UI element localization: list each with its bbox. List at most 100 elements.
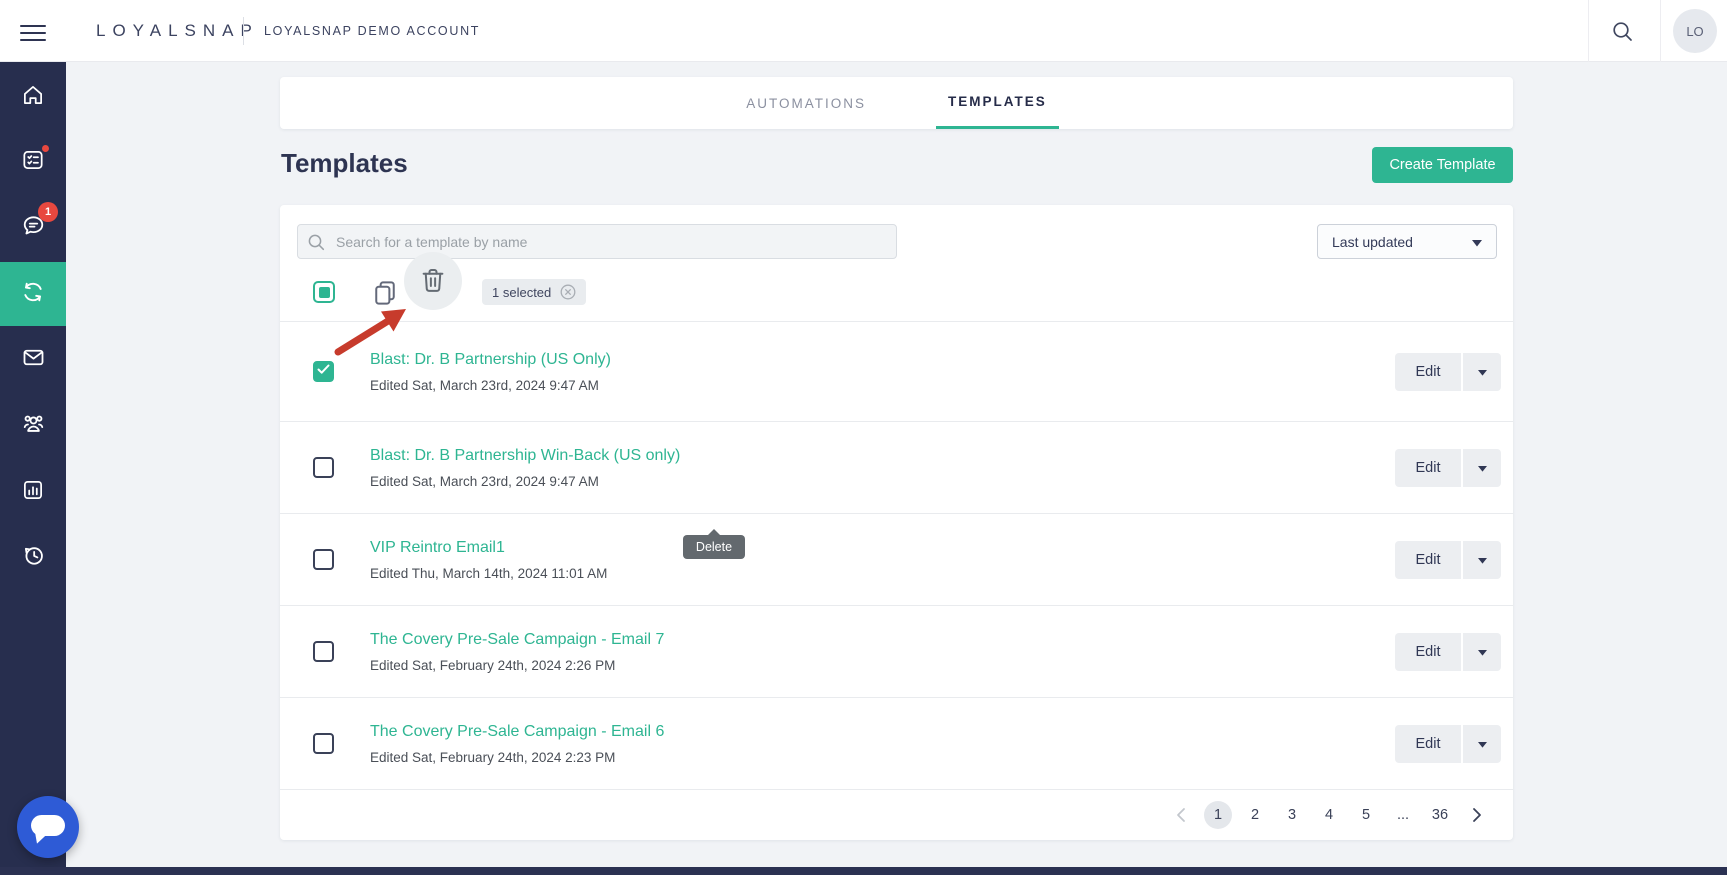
- sidebar-nav: 1: [0, 62, 66, 875]
- template-edited-date: Edited Sat, February 24th, 2024 2:26 PM: [370, 657, 616, 673]
- edit-button[interactable]: Edit: [1395, 540, 1461, 579]
- sidebar-item-contacts[interactable]: [0, 394, 66, 458]
- chat-launcher-button[interactable]: [17, 796, 79, 858]
- topbar-divider: [1660, 0, 1661, 62]
- history-icon: [20, 542, 47, 574]
- selection-chip-label: 1 selected: [492, 284, 552, 300]
- delete-button[interactable]: [404, 252, 462, 310]
- bulk-actions-toolbar: 1 selected: [280, 252, 1513, 322]
- page-number[interactable]: 36: [1426, 801, 1454, 829]
- sidebar-item-home[interactable]: [0, 65, 66, 129]
- row-checkbox[interactable]: [313, 548, 334, 570]
- delete-tooltip: Delete: [683, 529, 745, 559]
- row-text: The Covery Pre-Sale Campaign - Email 7 E…: [370, 631, 664, 673]
- edit-button[interactable]: Edit: [1395, 448, 1461, 487]
- notification-dot-badge: [41, 144, 50, 153]
- select-all-checkbox[interactable]: [313, 281, 335, 303]
- edit-dropdown-button[interactable]: [1463, 448, 1501, 487]
- topbar-divider: [1588, 0, 1589, 62]
- row-checkbox[interactable]: [313, 456, 334, 478]
- sync-icon: [19, 278, 47, 311]
- home-icon: [20, 82, 46, 113]
- page-number[interactable]: 2: [1241, 801, 1269, 829]
- clear-selection-icon[interactable]: [560, 284, 576, 300]
- page-number[interactable]: 5: [1352, 801, 1380, 829]
- template-edited-date: Edited Thu, March 14th, 2024 11:01 AM: [370, 565, 608, 581]
- selection-chip: 1 selected: [482, 279, 587, 305]
- page-number[interactable]: 1: [1204, 800, 1232, 829]
- check-icon: [317, 362, 330, 380]
- top-bar: LOYALSNAP LOYALSNAP DEMO ACCOUNT LO: [0, 0, 1727, 62]
- row-text: VIP Reintro Email1 Edited Thu, March 14t…: [370, 539, 607, 581]
- template-row: Blast: Dr. B Partnership Win-Back (US on…: [280, 422, 1513, 514]
- tabs-bar: AUTOMATIONS TEMPLATES: [280, 77, 1513, 129]
- bottom-edge-strip: [0, 867, 1727, 875]
- sidebar-item-email[interactable]: [0, 328, 66, 392]
- brand-logo: LOYALSNAP: [96, 21, 259, 40]
- template-title-link[interactable]: Blast: Dr. B Partnership Win-Back (US on…: [370, 447, 680, 465]
- template-edited-date: Edited Sat, March 23rd, 2024 9:47 AM: [370, 377, 599, 393]
- row-actions: Edit: [1395, 632, 1501, 671]
- mail-icon: [20, 344, 47, 376]
- tab-automations[interactable]: AUTOMATIONS: [734, 77, 878, 129]
- account-name: LOYALSNAP DEMO ACCOUNT: [264, 24, 481, 38]
- sidebar-item-tasks[interactable]: [0, 130, 66, 194]
- brand-divider: [243, 17, 244, 45]
- sidebar-item-reports[interactable]: [0, 460, 66, 524]
- caret-down-icon: [1477, 644, 1487, 659]
- page-number[interactable]: 4: [1315, 801, 1343, 829]
- template-row: VIP Reintro Email1 Edited Thu, March 14t…: [280, 514, 1513, 606]
- row-checkbox[interactable]: [313, 732, 334, 754]
- copy-icon: [370, 280, 400, 311]
- edit-dropdown-button[interactable]: [1463, 540, 1501, 579]
- template-row: Blast: Dr. B Partnership (US Only) Edite…: [280, 322, 1513, 422]
- template-row: The Covery Pre-Sale Campaign - Email 7 E…: [280, 606, 1513, 698]
- sidebar-item-automations[interactable]: [0, 262, 66, 326]
- edit-button[interactable]: Edit: [1395, 632, 1461, 671]
- sidebar-item-history[interactable]: [0, 526, 66, 590]
- template-title-link[interactable]: VIP Reintro Email1: [370, 539, 505, 557]
- duplicate-button[interactable]: [368, 277, 402, 311]
- create-template-button[interactable]: Create Template: [1372, 147, 1513, 183]
- edit-dropdown-button[interactable]: [1463, 724, 1501, 763]
- template-search-input[interactable]: [297, 224, 897, 259]
- caret-down-icon: [1477, 736, 1487, 751]
- bar-chart-icon: [20, 477, 46, 508]
- row-checkbox[interactable]: [313, 640, 334, 662]
- template-title-link[interactable]: The Covery Pre-Sale Campaign - Email 6: [370, 723, 664, 741]
- user-avatar[interactable]: LO: [1673, 9, 1717, 53]
- chevron-right-icon[interactable]: [1463, 801, 1491, 829]
- sidebar-item-messages[interactable]: 1: [0, 196, 66, 260]
- template-title-link[interactable]: Blast: Dr. B Partnership (US Only): [370, 351, 611, 369]
- unread-count-badge: 1: [38, 202, 58, 222]
- templates-card: Last updated 1 selected: [280, 205, 1513, 840]
- template-title-link[interactable]: The Covery Pre-Sale Campaign - Email 7: [370, 631, 664, 649]
- edit-button[interactable]: Edit: [1395, 352, 1461, 391]
- template-row: The Covery Pre-Sale Campaign - Email 6 E…: [280, 698, 1513, 790]
- edit-dropdown-button[interactable]: [1463, 632, 1501, 671]
- template-list: Blast: Dr. B Partnership (US Only) Edite…: [280, 322, 1513, 790]
- edit-dropdown-button[interactable]: [1463, 352, 1501, 391]
- sort-dropdown-value: Last updated: [1332, 233, 1413, 250]
- page-number[interactable]: 3: [1278, 801, 1306, 829]
- caret-down-icon: [1477, 460, 1487, 475]
- search-icon[interactable]: [1610, 19, 1636, 45]
- row-actions: Edit: [1395, 724, 1501, 763]
- row-checkbox[interactable]: [313, 360, 334, 382]
- pagination: 1 2 3 4 5 ... 36: [280, 789, 1513, 840]
- sort-dropdown[interactable]: Last updated: [1317, 224, 1497, 259]
- row-text: The Covery Pre-Sale Campaign - Email 6 E…: [370, 723, 664, 765]
- row-actions: Edit: [1395, 448, 1501, 487]
- template-edited-date: Edited Sat, February 24th, 2024 2:23 PM: [370, 749, 616, 765]
- people-icon: [20, 410, 47, 442]
- tab-templates[interactable]: TEMPLATES: [936, 77, 1059, 129]
- edit-button[interactable]: Edit: [1395, 724, 1461, 763]
- row-actions: Edit: [1395, 352, 1501, 391]
- hamburger-menu-icon[interactable]: [20, 20, 46, 42]
- caret-down-icon: [1477, 364, 1487, 379]
- chevron-left-icon[interactable]: [1167, 801, 1195, 829]
- checkbox-indeterminate-mark: [318, 286, 330, 298]
- chevron-down-icon: [1472, 234, 1482, 250]
- page-ellipsis: ...: [1396, 806, 1410, 823]
- trash-icon: [418, 265, 448, 298]
